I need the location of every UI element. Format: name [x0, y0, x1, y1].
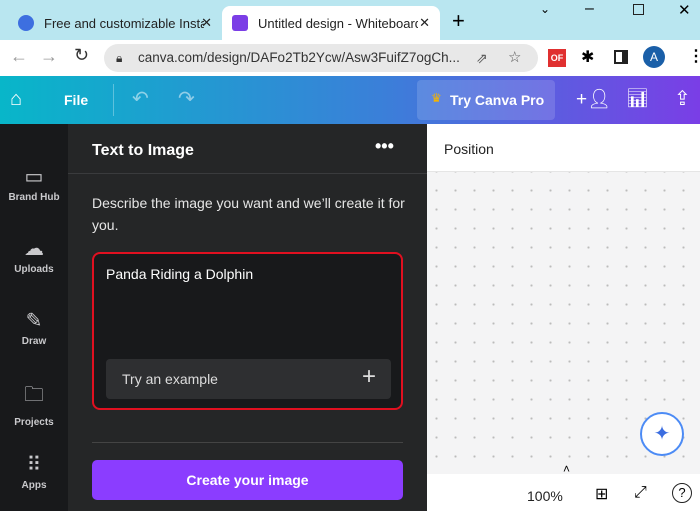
- undo-icon[interactable]: ↶: [132, 86, 149, 111]
- insights-chart-icon[interactable]: 📊︎: [626, 88, 649, 109]
- upload-cloud-icon: ☁: [24, 238, 44, 260]
- left-sidebar: ▭ Brand Hub ☁ Uploads ✎ Draw 🗀 Projects ⠿ App…: [0, 124, 68, 511]
- sidebar-item-apps[interactable]: ⠿ Apps: [0, 452, 68, 491]
- close-tab-icon[interactable]: ✕: [201, 15, 212, 31]
- sidebar-item-brand-hub[interactable]: ▭ Brand Hub: [0, 164, 68, 203]
- close-tab-icon[interactable]: ✕: [419, 15, 430, 31]
- try-example-label: Try an example: [122, 371, 218, 387]
- redo-icon[interactable]: ↷: [178, 86, 195, 111]
- sidebar-item-draw[interactable]: ✎ Draw: [0, 308, 68, 347]
- brand-hub-icon: ▭: [24, 166, 44, 188]
- url-field[interactable]: 🔒︎ canva.com/design/DAFo2Tb2Ycw/Asw3Fuif…: [104, 44, 538, 72]
- canva-favicon: [18, 15, 34, 31]
- close-window-icon[interactable]: ✕: [678, 1, 691, 19]
- fullscreen-icon[interactable]: ⤢: [634, 484, 647, 502]
- extensions-icon[interactable]: ✱: [581, 47, 594, 67]
- crown-icon: ♛: [431, 91, 442, 105]
- reload-icon[interactable]: ↻: [74, 45, 89, 66]
- export-icon[interactable]: ⇪: [674, 86, 691, 111]
- browser-menu-icon[interactable]: ⋮: [688, 46, 700, 66]
- back-icon[interactable]: ←: [10, 46, 28, 67]
- text-to-image-panel: Text to Image ••• Describe the image you…: [68, 124, 439, 511]
- lock-icon: 🔒︎: [116, 51, 123, 65]
- position-button[interactable]: Position: [444, 141, 494, 157]
- extension-badge[interactable]: OF: [548, 49, 566, 67]
- minimize-icon[interactable]: –: [585, 0, 594, 18]
- folder-icon: 🗀: [24, 384, 44, 406]
- browser-tab-1[interactable]: Free and customizable Instag ✕: [8, 6, 222, 40]
- zoom-level[interactable]: 100%: [527, 488, 563, 504]
- tab-search-icon[interactable]: ⌄: [540, 2, 550, 16]
- new-tab-icon[interactable]: +: [452, 8, 465, 34]
- browser-tab-bar: Free and customizable Instag ✕ Untitled …: [0, 0, 700, 40]
- draw-pen-icon: ✎: [25, 310, 43, 332]
- sidebar-item-uploads[interactable]: ☁ Uploads: [0, 236, 68, 275]
- maximize-icon[interactable]: [633, 4, 644, 15]
- divider: [68, 173, 427, 174]
- try-canva-pro-button[interactable]: ♛ Try Canva Pro: [417, 80, 555, 120]
- sidebar-label: Draw: [21, 336, 47, 347]
- tab-title: Free and customizable Instag: [44, 15, 204, 31]
- apps-grid-icon: ⠿: [26, 454, 42, 476]
- context-toolbar: Position: [427, 124, 700, 172]
- divider: [113, 84, 114, 116]
- bookmark-star-icon[interactable]: ☆: [508, 44, 521, 72]
- sidebar-item-projects[interactable]: 🗀 Projects: [0, 380, 68, 428]
- prompt-text: Panda Riding a Dolphin: [106, 266, 254, 282]
- divider: [92, 442, 403, 443]
- panel-description: Describe the image you want and we’ll cr…: [92, 195, 405, 233]
- canvas-area[interactable]: Position ✦ ˄ 100% ⊞ ⤢ ?: [427, 124, 700, 511]
- whiteboard-favicon: [232, 15, 248, 31]
- show-pages-chevron-icon[interactable]: ˄: [563, 462, 570, 476]
- profile-avatar[interactable]: A: [643, 46, 665, 68]
- sidebar-label: Projects: [14, 417, 54, 428]
- browser-tab-2[interactable]: Untitled design - Whiteboard ✕: [222, 6, 440, 40]
- magic-sparkle-button[interactable]: ✦: [640, 412, 684, 456]
- sidebar-label: Apps: [21, 480, 47, 491]
- share-icon[interactable]: ⇗: [476, 44, 488, 72]
- home-icon[interactable]: ⌂: [10, 88, 22, 111]
- editor-toolbar: ⌂ File ↶ ↷ ♛ Try Canva Pro +👤︎ 📊︎ ⇪: [0, 76, 700, 124]
- try-example-button[interactable]: Try an example +: [106, 359, 391, 399]
- more-options-icon[interactable]: •••: [375, 136, 394, 157]
- url-text: canva.com/design/DAFo2Tb2Ycw/Asw3FuifZ7o…: [138, 50, 460, 65]
- grid-view-icon[interactable]: ⊞: [595, 484, 608, 504]
- forward-icon[interactable]: →: [40, 46, 58, 67]
- create-image-button[interactable]: Create your image: [92, 460, 403, 500]
- tab-title: Untitled design - Whiteboard: [258, 15, 418, 31]
- share-people-icon[interactable]: +👤︎: [576, 87, 611, 111]
- bottom-bar: ˄ 100% ⊞ ⤢ ?: [427, 462, 700, 511]
- try-pro-label: Try Canva Pro: [450, 92, 545, 108]
- prompt-textarea[interactable]: Panda Riding a Dolphin Try an example +: [92, 252, 403, 410]
- help-icon[interactable]: ?: [672, 483, 692, 503]
- plus-icon: +: [362, 363, 377, 390]
- side-panel-icon[interactable]: [614, 50, 628, 64]
- file-menu[interactable]: File: [64, 92, 88, 108]
- sidebar-label: Brand Hub: [8, 192, 60, 203]
- panel-title: Text to Image: [92, 142, 194, 159]
- sidebar-label: Uploads: [14, 264, 54, 275]
